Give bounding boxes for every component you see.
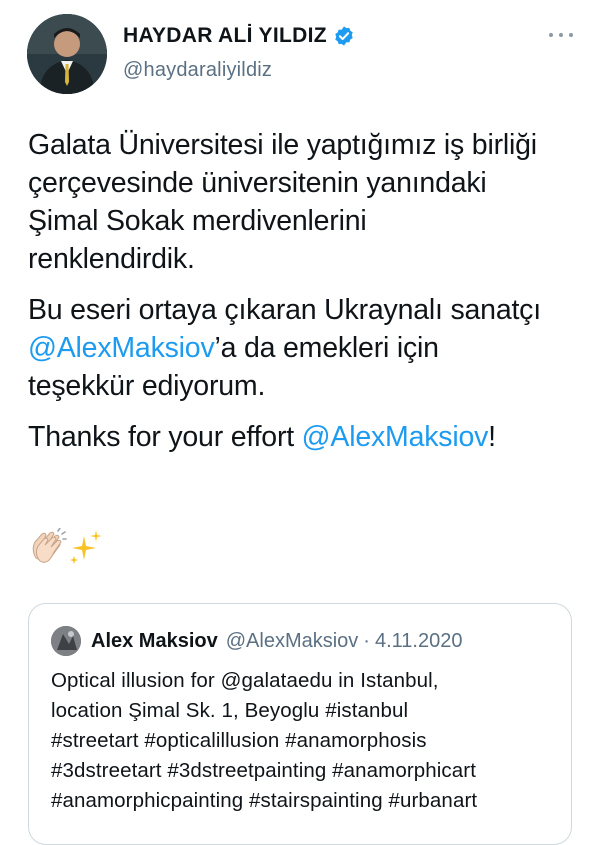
- tweet-paragraph-3: Thanks for your effort @AlexMaksiov!: [28, 418, 588, 456]
- author-avatar[interactable]: [27, 14, 107, 94]
- separator-dot: ·: [363, 629, 370, 652]
- quoted-author-handle[interactable]: @AlexMaksiov: [226, 630, 359, 653]
- author-name-row: HAYDAR ALİ YILDIZ: [123, 24, 355, 48]
- quoted-tweet-card[interactable]: Alex Maksiov @AlexMaksiov · 4.11.2020 Op…: [28, 603, 572, 845]
- sparkles-emoji: [70, 530, 102, 564]
- text-segment: !: [488, 421, 496, 453]
- tweet-header: HAYDAR ALİ YILDIZ @haydaraliyildiz: [27, 14, 580, 94]
- text-line: çerçevesinde üniversitenin yanındaki: [28, 167, 487, 199]
- quoted-tweet-header: Alex Maksiov @AlexMaksiov · 4.11.2020: [51, 626, 462, 656]
- text-line: ’a da emekleri için: [214, 332, 440, 364]
- quoted-tweet-date[interactable]: 4.11.2020: [375, 630, 463, 653]
- quoted-text-line: location Şimal Sk. 1, Beyoglu #istanbul: [51, 699, 409, 722]
- mention-link[interactable]: @AlexMaksiov: [302, 421, 489, 453]
- text-line: teşekkür ediyorum.: [28, 370, 266, 402]
- quoted-tweet-text: Optical illusion for @galataedu in Istan…: [51, 666, 556, 816]
- mention-link[interactable]: @AlexMaksiov: [28, 332, 215, 364]
- text-line: Şimal Sokak merdivenlerini: [28, 205, 367, 237]
- author-handle[interactable]: @haydaraliyildiz: [123, 59, 272, 82]
- avatar-photo: [27, 14, 107, 94]
- tweet-paragraph-2: Bu eseri ortaya çıkaran Ukraynalı sanatç…: [28, 291, 588, 405]
- text-line: Galata Üniversitesi ile yaptığımız iş bi…: [28, 129, 537, 161]
- author-display-name[interactable]: HAYDAR ALİ YILDIZ: [123, 24, 327, 48]
- quoted-text-line: #anamorphicpainting #stairspainting #urb…: [51, 789, 478, 812]
- quoted-author-avatar[interactable]: [51, 626, 81, 656]
- clapping-hands-emoji: [32, 527, 67, 563]
- text-line: Bu eseri ortaya çıkaran Ukraynalı sanatç…: [28, 294, 541, 326]
- quoted-text-line: #3dstreetart #3dstreetpainting #anamorph…: [51, 759, 477, 782]
- quoted-text-line: Optical illusion for @galataedu in Istan…: [51, 669, 439, 692]
- quoted-author-name[interactable]: Alex Maksiov: [91, 630, 218, 653]
- tweet-text: Galata Üniversitesi ile yaptığımız iş bi…: [28, 126, 588, 469]
- verified-badge-icon: [333, 25, 355, 47]
- text-segment: Thanks for your effort: [28, 421, 302, 453]
- quoted-text-line: #streetart #opticalillusion #anamorphosi…: [51, 729, 427, 752]
- tweet-paragraph-1: Galata Üniversitesi ile yaptığımız iş bi…: [28, 126, 588, 278]
- text-line: renklendirdik.: [28, 243, 195, 275]
- more-options-icon[interactable]: [546, 28, 580, 42]
- emoji-row: [28, 527, 106, 568]
